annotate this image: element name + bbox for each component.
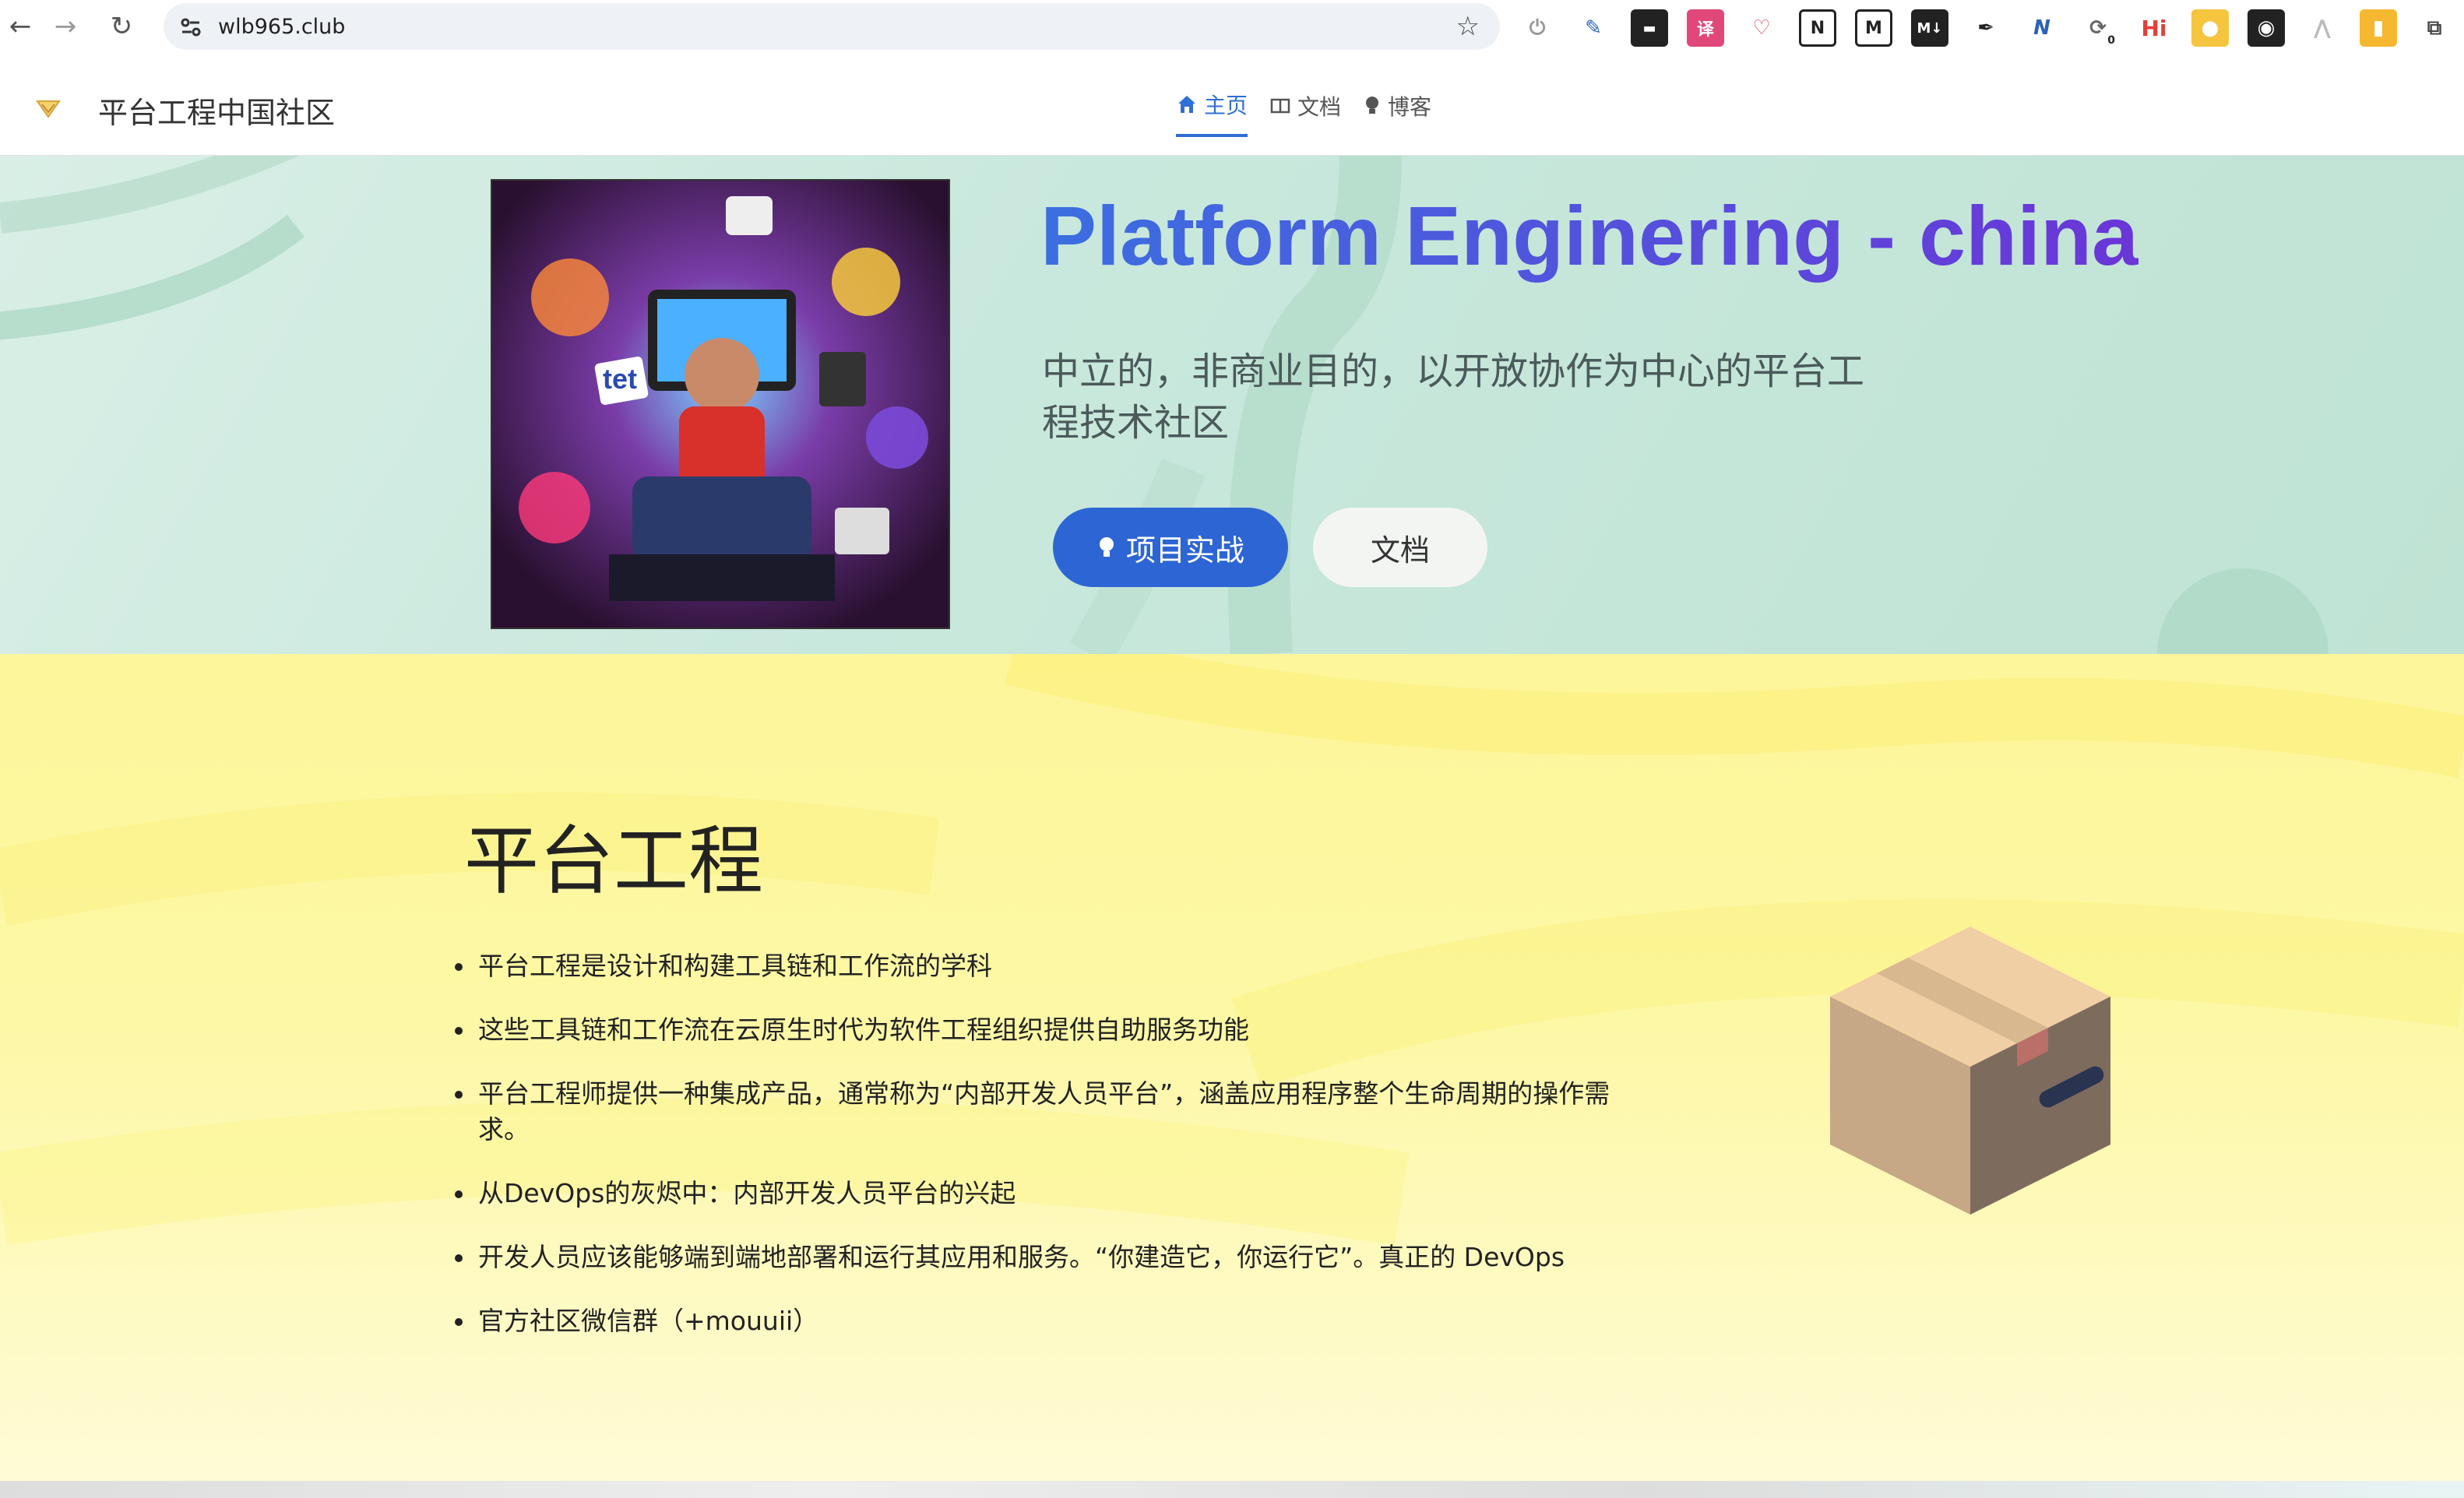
- nav-item-blog[interactable]: 博客: [1363, 89, 1431, 137]
- nav-label-docs: 文档: [1297, 94, 1342, 120]
- site-header: 平台工程中国社区 主页 文档 博客: [0, 61, 2464, 156]
- forward-icon[interactable]: →: [45, 6, 86, 47]
- hero-section: tet Platform Enginering - china 中立的，非商业目…: [0, 156, 2464, 654]
- terminal-icon[interactable]: ▬: [1631, 9, 1668, 47]
- browser-toolbar: ← → ↻ wlb965.club ☆ ⏻ ✎ ▬ 译 ♡ N M M↓ ✒ N…: [0, 0, 2464, 61]
- site-title[interactable]: 平台工程中国社区: [98, 89, 335, 132]
- docs-button[interactable]: 文档: [1313, 508, 1487, 587]
- pocket-icon[interactable]: ♡: [1743, 9, 1780, 47]
- hero-title: Platform Enginering - china: [1040, 188, 2139, 283]
- hero-subtitle: 中立的，非商业目的，以开放协作为中心的平台工程技术社区: [1042, 350, 1865, 445]
- nav-item-home[interactable]: 主页: [1176, 89, 1248, 137]
- puzzle-icon[interactable]: ⧉: [2416, 9, 2453, 47]
- markdown-icon[interactable]: M↓: [1911, 9, 1948, 47]
- bulb-icon: [1099, 537, 1114, 557]
- eyedropper-icon[interactable]: ✒: [1967, 9, 2005, 47]
- site-logo-icon[interactable]: [34, 93, 62, 121]
- yellow-app-icon[interactable]: ●: [2191, 9, 2229, 47]
- medium-icon[interactable]: M: [1855, 9, 1892, 47]
- nav-label-blog: 博客: [1388, 94, 1432, 120]
- notion-icon[interactable]: N: [1799, 9, 1836, 47]
- sync-icon[interactable]: ⟳ 0: [2079, 9, 2117, 47]
- box-icon: [1830, 927, 2110, 1215]
- book-icon: [1270, 98, 1290, 114]
- feature-section: 平台工程 平台工程是设计和构建工具链和工作流的学科 这些工具链和工作流在云原生时…: [0, 654, 2464, 1481]
- extensions-bar: ⏻ ✎ ▬ 译 ♡ N M M↓ ✒ N ⟳ 0 Hi ● ◉ ⋀ ▮ ⧉: [1519, 8, 2453, 48]
- n-icon[interactable]: N: [2023, 9, 2061, 47]
- list-item: 平台工程师提供一种集成产品，通常称为“内部开发人员平台”，涵盖应用程序整个生命周…: [455, 1076, 1654, 1148]
- sync-badge: 0: [2107, 34, 2115, 47]
- dark-app-icon[interactable]: ◉: [2248, 9, 2285, 47]
- feature-title: 平台工程: [464, 818, 763, 905]
- nav-label-home: 主页: [1204, 93, 1248, 118]
- translate-icon[interactable]: 译: [1687, 9, 1724, 47]
- list-item: 平台工程是设计和构建工具链和工作流的学科: [455, 948, 1670, 984]
- power-icon[interactable]: ⏻: [1519, 9, 1556, 47]
- projects-button-label: 项目实战: [1125, 533, 1244, 568]
- projects-button[interactable]: 项目实战: [1053, 508, 1288, 587]
- highlighter-icon[interactable]: ✎: [1575, 9, 1612, 47]
- bookmark-star-icon[interactable]: ☆: [1456, 11, 1480, 42]
- footer-strip: [0, 1481, 2464, 1498]
- reload-icon[interactable]: ↻: [101, 6, 142, 47]
- nav-item-docs[interactable]: 文档: [1269, 89, 1341, 137]
- list-item: 从DevOps的灰烬中：内部开发人员平台的兴起: [455, 1176, 1670, 1211]
- hero-illustration: tet: [491, 179, 950, 629]
- url-text: wlb965.club: [218, 14, 346, 39]
- yellow-tag-icon[interactable]: ▮: [2360, 9, 2397, 47]
- home-icon: [1178, 96, 1195, 113]
- address-bar[interactable]: wlb965.club ☆: [164, 3, 1500, 50]
- hero-image-caption: tet: [603, 363, 637, 395]
- hi-icon[interactable]: Hi: [2135, 9, 2173, 47]
- bulb-icon: [1366, 97, 1379, 114]
- back-icon[interactable]: ←: [0, 6, 40, 47]
- site-info-icon[interactable]: [178, 14, 204, 40]
- a-icon[interactable]: ⋀: [2304, 9, 2341, 47]
- list-item: 这些工具链和工作流在云原生时代为软件工程组织提供自助服务功能: [455, 1012, 1670, 1048]
- list-item: 开发人员应该能够端到端地部署和运行其应用和服务。“你建造它，你运行它”。真正的 …: [455, 1240, 1670, 1275]
- main-nav: 主页 文档 博客: [1176, 89, 1431, 137]
- list-item: 官方社区微信群（+mouuii）: [455, 1303, 1670, 1339]
- feature-list: 平台工程是设计和构建工具链和工作流的学科 这些工具链和工作流在云原生时代为软件工…: [455, 948, 1670, 1367]
